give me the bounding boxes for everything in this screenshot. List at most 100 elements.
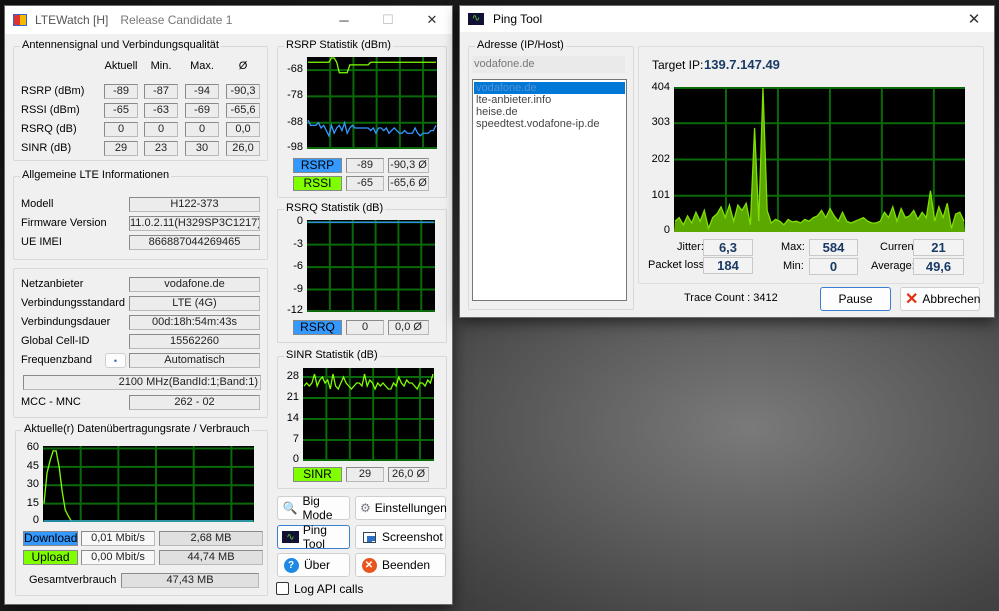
column-header: Ø [238, 60, 248, 72]
rssi-value: -65 [346, 176, 384, 191]
rsrp-chart-svg [307, 57, 437, 149]
max-label: Max: [781, 241, 805, 253]
traffic-chart-svg [43, 446, 254, 522]
y-tick-label: 0 [32, 514, 39, 526]
host-list-item[interactable]: heise.de [474, 106, 625, 118]
cancel-button[interactable]: ✕ Abbrechen [900, 287, 980, 311]
pause-button[interactable]: Pause [820, 287, 891, 311]
info-value: 11.0.2.11(H329SP3C1217) [129, 216, 260, 231]
ping-tool-window: ∿ Ping Tool ✕ Adresse (IP/Host) vodafone… [459, 5, 995, 318]
info-value: 15562260 [129, 334, 260, 349]
column-header: Aktuell [104, 60, 138, 72]
packet-loss-value: 184 [703, 257, 753, 274]
y-tick-label: -6 [293, 260, 303, 273]
group-title: Aktuelle(r) Datenübertragungsrate / Verb… [22, 423, 252, 435]
y-tick-label: -68 [287, 63, 303, 76]
y-tick-label: -9 [293, 282, 303, 295]
host-list-item[interactable]: lte-anbieter.info [474, 94, 625, 106]
average-value: 49,6 [913, 258, 964, 275]
rsrq-legend: RSRQ [293, 320, 342, 335]
maximize-button[interactable]: ☐ [366, 6, 410, 34]
average-label: Average: [871, 260, 915, 272]
host-list-item[interactable]: vodafone.de [474, 82, 625, 94]
min-label: Min: [783, 260, 804, 272]
y-tick-label: 101 [651, 188, 670, 201]
info-label: Firmware Version [21, 217, 107, 229]
column-header: Min. [150, 60, 172, 72]
ping-series-line [674, 87, 965, 231]
row-label: RSSI (dBm) [21, 104, 80, 116]
band-select-button[interactable]: • [105, 353, 126, 368]
group-title: RSRP Statistik (dBm) [284, 39, 393, 51]
y-tick-label: -3 [293, 237, 303, 250]
rsrq-chart [307, 220, 435, 312]
settings-icon: ⚙ [360, 501, 371, 515]
target-ip-value: 139.7.147.49 [704, 57, 780, 72]
host-list-item[interactable]: speedtest.vodafone-ip.de [474, 118, 625, 130]
settings-button[interactable]: ⚙ Einstellungen [355, 496, 447, 520]
info-label: Netzanbieter [21, 278, 84, 290]
signal-value: 29 [104, 141, 138, 156]
mcc-field: 262 - 02 [129, 395, 260, 410]
info-value: LTE (4G) [129, 296, 260, 311]
rsrp-value: -89 [346, 158, 384, 173]
info-value: 00d:18h:54m:43s [129, 315, 260, 330]
y-tick-label: 0 [663, 224, 670, 236]
magnifier-icon: 🔍 [282, 501, 298, 515]
trace-count: Trace Count : 3412 [684, 292, 778, 304]
about-button[interactable]: ? Über [277, 553, 350, 577]
signal-value: 30 [185, 141, 219, 156]
total-label: Gesamtverbrauch [29, 574, 117, 586]
y-tick-label: 202 [651, 152, 670, 165]
max-value: 584 [809, 239, 858, 256]
rssi-legend: RSSI [293, 176, 342, 191]
quit-button[interactable]: ✕ Beenden [355, 553, 446, 577]
jitter-label: Jitter: [677, 241, 704, 253]
signal-value: 0 [104, 122, 138, 137]
quit-icon: ✕ [360, 557, 378, 573]
signal-value: -94 [185, 84, 219, 99]
info-value: H122-373 [129, 197, 260, 212]
signal-value: -65,6 [226, 103, 260, 118]
info-label: UE IMEI [21, 236, 62, 248]
signal-value: -90,3 [226, 84, 260, 99]
current-value: 21 [913, 239, 964, 256]
y-tick-label: -98 [287, 141, 303, 153]
rsrq-chart-svg [307, 220, 435, 312]
download-total: 2,68 MB [159, 531, 263, 546]
rssi-avg: -65,6 Ø [388, 176, 429, 191]
address-input[interactable]: vodafone.de [472, 56, 625, 73]
screenshot-button[interactable]: Screenshot [355, 525, 446, 549]
log-api-checkbox[interactable] [276, 582, 289, 595]
ping-title-bar[interactable]: ∿ Ping Tool ✕ [460, 6, 994, 32]
signal-value: 0 [144, 122, 178, 137]
y-tick-label: -78 [287, 89, 303, 102]
rsrq-value: 0 [346, 320, 384, 335]
ping-tool-button[interactable]: ∿ Ping Tool [277, 523, 350, 551]
host-list[interactable]: vodafone.de lte-anbieter.info heise.de spee… [472, 79, 627, 301]
download-legend: Download [23, 531, 78, 546]
big-mode-button[interactable]: 🔍 Big Mode [277, 494, 350, 522]
signal-value: -87 [144, 84, 178, 99]
minimize-button[interactable]: ─ [322, 6, 366, 34]
window-title: LTEWatch [H] [35, 13, 109, 27]
info-value: Automatisch [129, 353, 260, 368]
y-tick-label: 0 [296, 215, 303, 228]
signal-value: 26,0 [226, 141, 260, 156]
ping-chart-icon: ∿ [282, 531, 299, 543]
close-button[interactable]: ✕ [410, 6, 454, 34]
min-value: 0 [809, 258, 858, 275]
y-tick-label: 60 [26, 441, 39, 454]
group-title: SINR Statistik (dB) [284, 349, 380, 361]
target-ip-label: Target IP: [652, 58, 704, 72]
y-tick-label: 30 [26, 478, 39, 491]
y-tick-label: 14 [286, 412, 299, 424]
upload-total: 44,74 MB [159, 550, 263, 565]
signal-value: -65 [104, 103, 138, 118]
title-bar[interactable]: LTEWatch [H] Release Candidate 1 ─ ☐ ✕ [5, 6, 452, 34]
ping-close-button[interactable]: ✕ [952, 6, 996, 32]
help-icon: ? [282, 557, 300, 573]
cancel-x-icon: ✕ [905, 291, 919, 308]
y-tick-label: 303 [651, 116, 670, 129]
mcc-label: MCC - MNC [21, 396, 81, 408]
